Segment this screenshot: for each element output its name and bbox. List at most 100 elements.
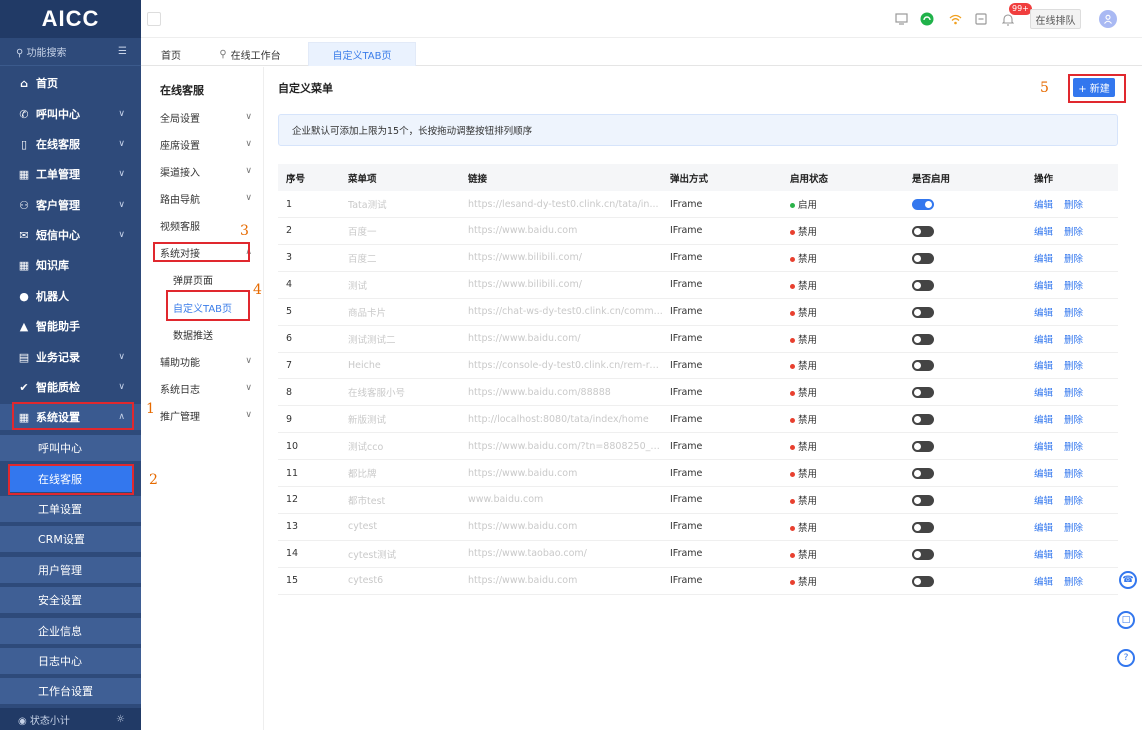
sidebar-subitem-6[interactable]: 企业信息 (0, 618, 141, 644)
submenu-item-0[interactable]: 全局设置 ∨ (160, 107, 252, 127)
edit-link[interactable]: 编辑 (1034, 361, 1053, 372)
edit-link[interactable]: 编辑 (1034, 254, 1053, 265)
table-row[interactable]: 2 百度一 https://www.baidu.com IFrame 禁用 编辑 删除 (278, 218, 1118, 245)
sun-icon[interactable]: ☼ (116, 714, 125, 725)
delete-link[interactable]: 删除 (1064, 442, 1083, 453)
edit-link[interactable]: 编辑 (1034, 577, 1053, 588)
edit-link[interactable]: 编辑 (1034, 523, 1053, 534)
sidebar-subitem-3[interactable]: CRM设置 (0, 526, 141, 552)
table-row[interactable]: 12 都市test www.baidu.com IFrame 禁用 编辑 删除 (278, 487, 1118, 514)
table-row[interactable]: 7 Heiche https://console-dy-test0.clink.cn… (278, 352, 1118, 380)
tab-home[interactable]: 首页 (151, 42, 191, 66)
enable-toggle[interactable] (912, 441, 934, 453)
edit-link[interactable]: 编辑 (1034, 550, 1053, 561)
toggle-sidebar-icon[interactable] (147, 12, 161, 26)
delete-link[interactable]: 删除 (1064, 361, 1083, 372)
sidebar-subitem-8[interactable]: 工作台设置 (0, 678, 141, 704)
table-row[interactable]: 10 测试cco https://www.baidu.com/?tn=8808250… (278, 433, 1118, 461)
enable-toggle[interactable] (912, 521, 934, 533)
delete-link[interactable]: 删除 (1064, 415, 1083, 426)
sidebar-item-2[interactable]: ▯ 在线客服 ∨ (0, 131, 141, 157)
sidebar-subitem-2[interactable]: 工单设置 (0, 496, 141, 522)
delete-link[interactable]: 删除 (1064, 388, 1083, 399)
sidebar-item-9[interactable]: ▤ 业务记录 ∨ (0, 344, 141, 370)
sidebar-item-10[interactable]: ✔ 智能质检 ∨ (0, 374, 141, 400)
delete-link[interactable]: 删除 (1064, 496, 1083, 507)
sidebar-item-7[interactable]: ● 机器人 (0, 283, 141, 309)
sidebar-subitem-0[interactable]: 呼叫中心 (0, 435, 141, 461)
enable-toggle[interactable] (912, 199, 934, 210)
enable-toggle[interactable] (912, 575, 934, 587)
submenu-subitem-2[interactable]: 数据推送 (173, 324, 213, 344)
tab-custom-tab-page[interactable]: 自定义TAB页 (308, 42, 416, 66)
delete-link[interactable]: 删除 (1064, 227, 1083, 238)
sidebar-item-3[interactable]: ▦ 工单管理 ∨ (0, 161, 141, 187)
function-search[interactable]: ⚲ 功能搜索 ☰ (0, 38, 141, 66)
online-queue-button[interactable]: 在线排队 (1030, 9, 1081, 29)
collapse-menu-icon[interactable]: ☰ (118, 46, 127, 57)
enable-toggle[interactable] (912, 360, 934, 372)
submenu-item-1[interactable]: 座席设置 ∨ (160, 134, 252, 154)
window-icon[interactable] (974, 12, 988, 26)
table-row[interactable]: 1 Tata测试 https://lesand-dy-test0.clink.cn/… (278, 191, 1118, 218)
table-row[interactable]: 15 cytest6 https://www.baidu.com IFrame 禁用 编辑… (278, 568, 1118, 595)
user-avatar[interactable] (1099, 10, 1117, 28)
delete-link[interactable]: 删除 (1064, 335, 1083, 346)
delete-link[interactable]: 删除 (1064, 469, 1083, 480)
screen-share-icon[interactable] (894, 12, 908, 26)
submenu-item-after-2[interactable]: 推广管理 ∨ (160, 405, 252, 425)
status-summary[interactable]: ◉ 状态小计 (18, 712, 70, 727)
enable-toggle[interactable] (912, 333, 934, 345)
submenu-subitem-0[interactable]: 弹屏页面 (173, 269, 213, 289)
sidebar-item-4[interactable]: ⚇ 客户管理 ∨ (0, 192, 141, 218)
delete-link[interactable]: 删除 (1064, 200, 1083, 211)
edit-link[interactable]: 编辑 (1034, 415, 1053, 426)
help-float-icon[interactable]: ? (1117, 649, 1135, 667)
edit-link[interactable]: 编辑 (1034, 227, 1053, 238)
sidebar-subitem-4[interactable]: 用户管理 (0, 557, 141, 583)
table-row[interactable]: 6 测试测试二 https://www.baidu.com/IFrame 禁用 编辑 删除 (278, 326, 1118, 353)
enable-toggle[interactable] (912, 225, 934, 237)
phone-float-icon[interactable]: ☎ (1119, 571, 1137, 589)
tab-online-workbench[interactable]: ⚲ 在线工作台 (207, 42, 293, 66)
sidebar-item-0[interactable]: ⌂ 首页 (0, 70, 141, 96)
save-float-icon[interactable]: □ (1117, 611, 1135, 629)
table-row[interactable]: 11 都比牌 https://www.baidu.com IFrame 禁用 编辑 删除 (278, 460, 1118, 487)
edit-link[interactable]: 编辑 (1034, 308, 1053, 319)
edit-link[interactable]: 编辑 (1034, 200, 1053, 211)
sidebar-item-1[interactable]: ✆ 呼叫中心 ∨ (0, 101, 141, 127)
delete-link[interactable]: 删除 (1064, 281, 1083, 292)
edit-link[interactable]: 编辑 (1034, 469, 1053, 480)
sidebar-item-5[interactable]: ✉ 短信中心 ∨ (0, 222, 141, 248)
edit-link[interactable]: 编辑 (1034, 281, 1053, 292)
enable-toggle[interactable] (912, 306, 934, 318)
table-row[interactable]: 3 百度二 https://www.bilibili.com/IFrame 禁用 编辑删… (278, 245, 1118, 272)
table-row[interactable]: 9 新版测试 http://localhost:8080/tata/index/ho… (278, 406, 1118, 434)
edit-link[interactable]: 编辑 (1034, 388, 1053, 399)
headset-icon[interactable] (920, 12, 934, 26)
edit-link[interactable]: 编辑 (1034, 496, 1053, 507)
enable-toggle[interactable] (912, 252, 934, 264)
delete-link[interactable]: 删除 (1064, 523, 1083, 534)
enable-toggle[interactable] (912, 468, 934, 479)
enable-toggle[interactable] (912, 548, 934, 560)
sidebar-item-8[interactable]: ▲ 智能助手 (0, 313, 141, 339)
sidebar-subitem-7[interactable]: 日志中心 (0, 648, 141, 674)
delete-link[interactable]: 删除 (1064, 550, 1083, 561)
enable-toggle[interactable] (912, 279, 934, 291)
edit-link[interactable]: 编辑 (1034, 335, 1053, 346)
table-row[interactable]: 14 cytest测试 https://www.taobao.com/IFrame 禁… (278, 541, 1118, 568)
submenu-item-after-1[interactable]: 系统日志 ∨ (160, 378, 252, 398)
delete-link[interactable]: 删除 (1064, 577, 1083, 588)
enable-toggle[interactable] (912, 494, 934, 506)
delete-link[interactable]: 删除 (1064, 254, 1083, 265)
table-row[interactable]: 5 商品卡片 https://chat-ws-dy-test0.clink.cn/c… (278, 299, 1118, 326)
enable-toggle[interactable] (912, 387, 934, 399)
sidebar-subitem-5[interactable]: 安全设置 (0, 587, 141, 613)
enable-toggle[interactable] (912, 414, 934, 426)
submenu-item-4[interactable]: 视频客服 (160, 215, 252, 235)
table-row[interactable]: 8 在线客服小号 https://www.baidu.com/88888 IFrame… (278, 379, 1118, 407)
submenu-item-3[interactable]: 路由导航 ∨ (160, 188, 252, 208)
table-row[interactable]: 13 cytest https://www.baidu.com IFrame 禁用 编辑删… (278, 514, 1118, 541)
submenu-item-2[interactable]: 渠道接入 ∨ (160, 161, 252, 181)
